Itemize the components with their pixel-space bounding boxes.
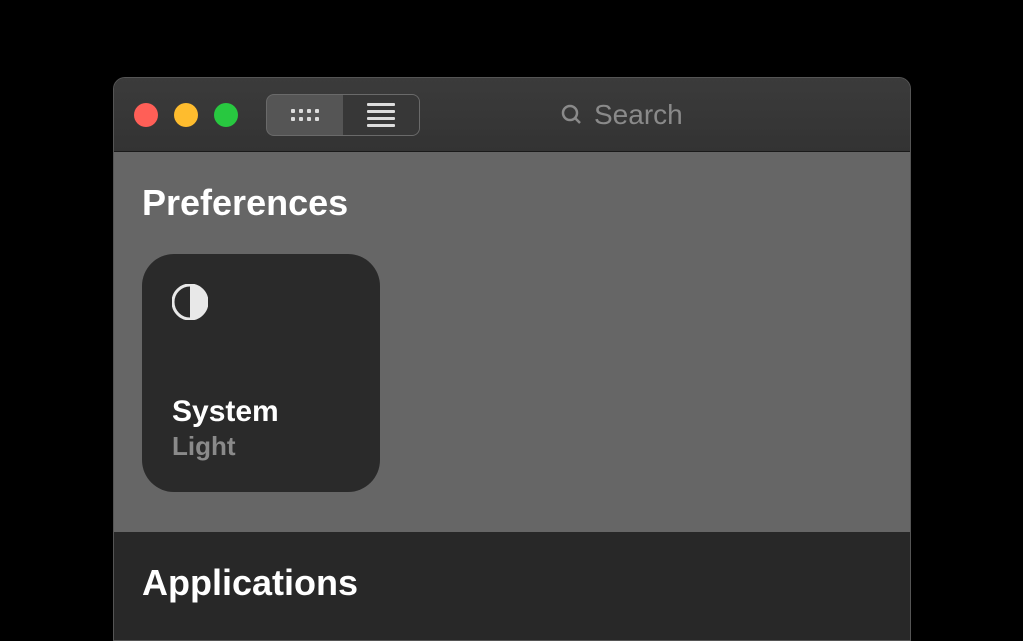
preferences-section: Preferences System Light [114,152,910,532]
titlebar [114,78,910,152]
applications-heading: Applications [142,562,882,604]
view-toggle [266,94,420,136]
card-subtitle: Light [172,431,350,462]
close-button[interactable] [134,103,158,127]
card-title: System [172,395,350,429]
grid-view-button[interactable] [267,95,343,135]
search-field[interactable] [560,99,794,131]
minimize-button[interactable] [174,103,198,127]
list-icon [367,103,395,127]
search-icon [560,103,584,127]
preferences-heading: Preferences [142,182,882,224]
list-view-button[interactable] [343,95,419,135]
search-input[interactable] [594,99,794,131]
contrast-icon [172,284,208,320]
app-window: Preferences System Light Applications [113,77,911,641]
card-text: System Light [172,395,350,462]
fullscreen-button[interactable] [214,103,238,127]
applications-section: Applications [114,532,910,641]
window-controls [134,103,238,127]
system-appearance-card[interactable]: System Light [142,254,380,492]
grid-icon [291,109,319,121]
